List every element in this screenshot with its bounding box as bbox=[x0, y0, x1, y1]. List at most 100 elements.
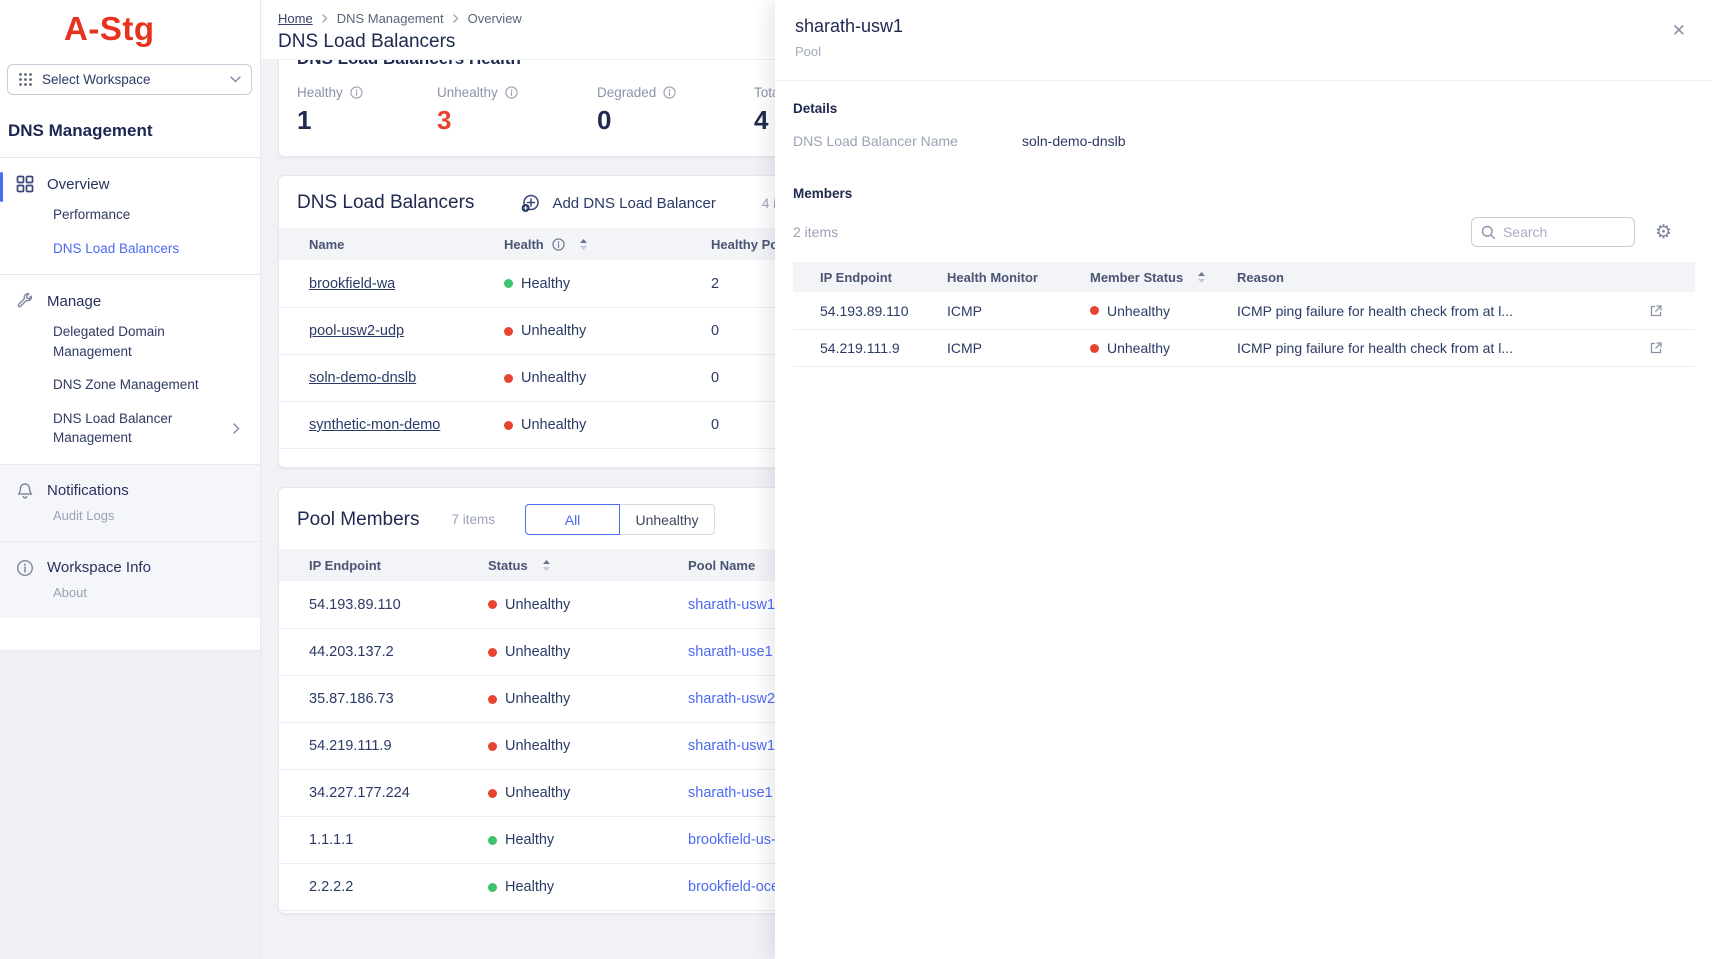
column-name: Name bbox=[279, 237, 504, 252]
column-label: Health bbox=[504, 237, 544, 252]
sidebar-item-workspace-info[interactable]: Workspace Info bbox=[8, 555, 252, 581]
health-status-text: Unhealthy bbox=[521, 323, 586, 339]
overview-grid-icon bbox=[16, 175, 34, 193]
status-dot bbox=[488, 836, 497, 845]
members-heading: Members bbox=[793, 186, 1712, 201]
ip-endpoint: 44.203.137.2 bbox=[279, 644, 488, 660]
gear-icon[interactable]: ⚙ bbox=[1655, 223, 1672, 242]
stat-label: Unhealthy bbox=[437, 85, 498, 100]
stat-healthy: Healthy 1 bbox=[297, 85, 437, 136]
status-text: Unhealthy bbox=[505, 785, 570, 801]
sort-icon[interactable] bbox=[1197, 271, 1206, 284]
status-text: Unhealthy bbox=[505, 597, 570, 613]
lb-name-link[interactable]: soln-demo-dnslb bbox=[309, 370, 416, 386]
sidebar-item-dns-load-balancers[interactable]: DNS Load Balancers bbox=[53, 239, 252, 259]
sidebar-item-notifications[interactable]: Notifications bbox=[8, 478, 252, 504]
status-text: Unhealthy bbox=[1107, 303, 1170, 319]
status-text: Healthy bbox=[505, 832, 554, 848]
column-member-status[interactable]: Member Status bbox=[1090, 270, 1237, 285]
sidebar-item-overview[interactable]: Overview bbox=[8, 171, 252, 197]
add-dns-load-balancer-button[interactable]: Add DNS Load Balancer bbox=[520, 193, 715, 214]
sidebar-item-audit-logs[interactable]: Audit Logs bbox=[53, 508, 252, 523]
sort-icon[interactable] bbox=[579, 238, 588, 251]
column-status[interactable]: Status bbox=[488, 558, 688, 573]
status-dot bbox=[488, 648, 497, 657]
details-heading: Details bbox=[793, 101, 1712, 116]
field-value: soln-demo-dnslb bbox=[1022, 133, 1126, 149]
grid-dots-icon bbox=[18, 72, 33, 87]
search-input[interactable] bbox=[1503, 224, 1613, 240]
app-logo: A-Stg bbox=[64, 10, 260, 48]
pool-name-link[interactable]: sharath-usw1 bbox=[688, 597, 775, 613]
sidebar-item-label: Overview bbox=[47, 176, 110, 193]
status-filter-toggle: All Unhealthy bbox=[525, 504, 715, 535]
info-icon[interactable] bbox=[552, 238, 565, 251]
pool-name-link[interactable]: sharath-use1 bbox=[688, 644, 773, 660]
chevron-right-icon bbox=[322, 14, 328, 23]
health-status-dot bbox=[504, 327, 513, 336]
workspace-selector-label: Select Workspace bbox=[42, 72, 151, 87]
column-label: Status bbox=[488, 558, 528, 573]
workspace-selector[interactable]: Select Workspace bbox=[7, 64, 252, 95]
pool-name-link[interactable]: sharath-usw1 bbox=[688, 738, 775, 754]
items-count: 2 items bbox=[793, 224, 838, 240]
status-dot bbox=[488, 695, 497, 704]
field-label: DNS Load Balancer Name bbox=[793, 133, 1022, 149]
items-count: 7 items bbox=[452, 512, 496, 527]
stat-value: 0 bbox=[597, 105, 754, 136]
status-dot bbox=[1090, 306, 1099, 315]
sidebar-item-performance[interactable]: Performance bbox=[53, 205, 252, 225]
sidebar-item-delegated-domain-management[interactable]: Delegated Domain Management bbox=[53, 322, 223, 361]
sidebar-footer-area bbox=[0, 650, 260, 959]
drawer-subtitle: Pool bbox=[795, 44, 1692, 59]
ip-endpoint: 35.87.186.73 bbox=[279, 691, 488, 707]
stat-degraded: Degraded 0 bbox=[597, 85, 754, 136]
info-icon[interactable] bbox=[505, 86, 518, 99]
external-link-icon[interactable] bbox=[1649, 304, 1663, 318]
column-health-monitor: Health Monitor bbox=[947, 270, 1090, 285]
status-dot bbox=[488, 883, 497, 892]
close-icon[interactable]: ✕ bbox=[1672, 22, 1686, 39]
lb-name-link[interactable]: synthetic-mon-demo bbox=[309, 417, 440, 433]
column-ip-endpoint: IP Endpoint bbox=[793, 270, 947, 285]
column-health[interactable]: Health bbox=[504, 237, 711, 252]
filter-unhealthy-button[interactable]: Unhealthy bbox=[620, 504, 715, 535]
bell-icon bbox=[16, 482, 34, 500]
pool-name-link[interactable]: sharath-use1 bbox=[688, 785, 773, 801]
lb-name-link[interactable]: brookfield-wa bbox=[309, 276, 395, 292]
sidebar-item-manage[interactable]: Manage bbox=[8, 288, 252, 314]
stat-unhealthy: Unhealthy 3 bbox=[437, 85, 597, 136]
stat-value: 3 bbox=[437, 105, 597, 136]
lb-name-link[interactable]: pool-usw2-udp bbox=[309, 323, 404, 339]
health-status-text: Healthy bbox=[521, 276, 570, 292]
sidebar-item-about[interactable]: About bbox=[53, 585, 252, 600]
column-label: Member Status bbox=[1090, 270, 1183, 285]
ip-endpoint: 54.193.89.110 bbox=[793, 303, 947, 319]
info-icon[interactable] bbox=[350, 86, 363, 99]
sidebar-item-dns-load-balancer-management[interactable]: DNS Load Balancer Management bbox=[53, 409, 252, 448]
status-text: Unhealthy bbox=[505, 644, 570, 660]
status-dot bbox=[488, 742, 497, 751]
health-status-text: Unhealthy bbox=[521, 370, 586, 386]
card-title: DNS Load Balancers bbox=[297, 192, 474, 214]
sidebar-section-overview: Overview Performance DNS Load Balancers bbox=[0, 158, 260, 274]
sidebar-section-notifications: Notifications Audit Logs bbox=[0, 465, 260, 541]
drawer-title: sharath-usw1 bbox=[795, 16, 1692, 37]
card-title: Pool Members bbox=[297, 509, 420, 531]
members-table: IP Endpoint Health Monitor Member Status… bbox=[793, 262, 1695, 367]
search-icon bbox=[1481, 225, 1496, 240]
breadcrumb-home-link[interactable]: Home bbox=[278, 11, 313, 26]
wrench-icon bbox=[16, 292, 34, 310]
external-link-icon[interactable] bbox=[1649, 341, 1663, 355]
pool-name-link[interactable]: sharath-usw2 bbox=[688, 691, 775, 707]
status-text: Healthy bbox=[505, 879, 554, 895]
member-row: 54.219.111.9 ICMP Unhealthy ICMP ping fa… bbox=[793, 329, 1695, 366]
stat-value: 1 bbox=[297, 105, 437, 136]
table-header: IP Endpoint Health Monitor Member Status… bbox=[793, 262, 1695, 292]
filter-all-button[interactable]: All bbox=[525, 504, 620, 535]
info-icon[interactable] bbox=[663, 86, 676, 99]
sidebar-item-label: Notifications bbox=[47, 482, 129, 499]
sort-icon[interactable] bbox=[542, 559, 551, 572]
sidebar-item-label: DNS Load Balancer Management bbox=[53, 409, 223, 448]
sidebar-item-dns-zone-management[interactable]: DNS Zone Management bbox=[53, 375, 252, 395]
